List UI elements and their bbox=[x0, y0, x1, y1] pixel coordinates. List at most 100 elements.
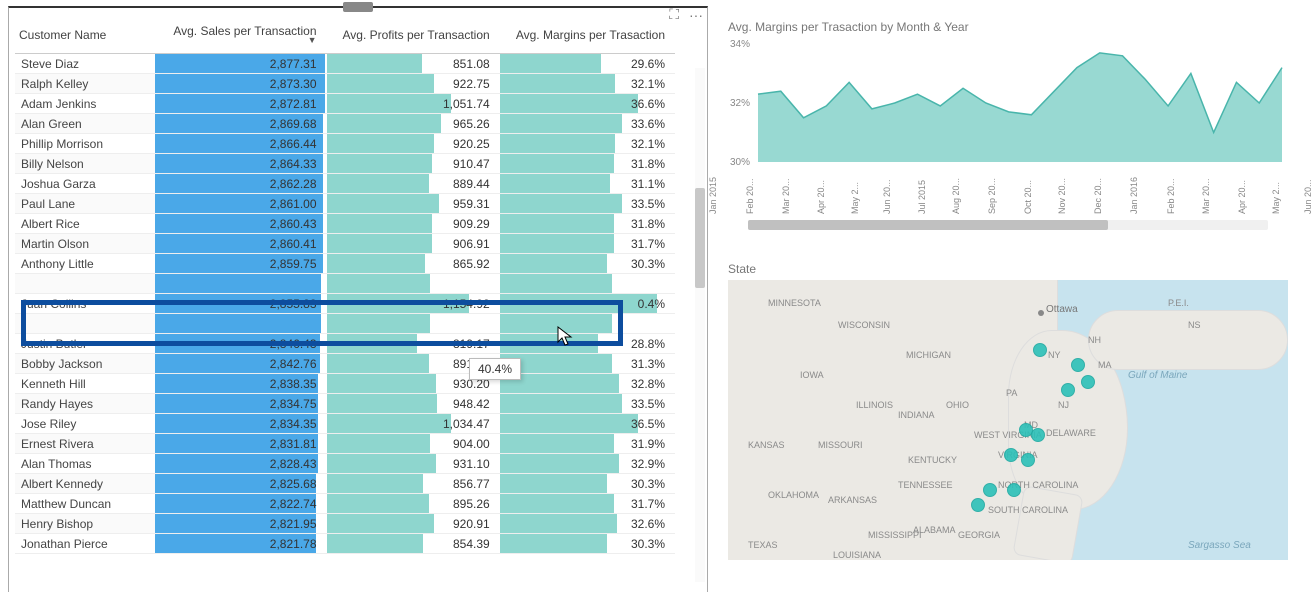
map-state-label: ARKANSAS bbox=[828, 495, 877, 505]
cell-name: Steve Diaz bbox=[15, 54, 155, 74]
cell-name: Ernest Rivera bbox=[15, 434, 155, 454]
table-row[interactable]: Billy Nelson2,864.33910.4731.8% bbox=[15, 154, 675, 174]
map-state-label: MICHIGAN bbox=[906, 350, 951, 360]
cell-margin: 32.1% bbox=[500, 134, 675, 154]
customer-table[interactable]: Customer Name Avg. Sales per Transaction… bbox=[15, 18, 675, 554]
table-row[interactable]: Randy Hayes2,834.75948.4233.5% bbox=[15, 394, 675, 414]
cell-name: Martin Olson bbox=[15, 234, 155, 254]
table-row[interactable]: Ralph Kelley2,873.30922.7532.1% bbox=[15, 74, 675, 94]
state-map-visual[interactable]: MINNESOTAWISCONSINMICHIGANIOWAILLINOISIN… bbox=[728, 280, 1288, 560]
table-row[interactable]: Jose Riley2,834.351,034.4736.5% bbox=[15, 414, 675, 434]
cell-name: Albert Kennedy bbox=[15, 474, 155, 494]
table-row[interactable]: Matthew Duncan2,822.74895.2631.7% bbox=[15, 494, 675, 514]
cell-sales: 2,872.81 bbox=[155, 94, 327, 114]
margins-area-chart[interactable]: 34%32%30% Jan 2015Feb 20...Mar 20...Apr … bbox=[728, 38, 1288, 238]
cell-profits: 920.25 bbox=[327, 134, 500, 154]
table-row[interactable]: Joshua Garza2,862.28889.4431.1% bbox=[15, 174, 675, 194]
cell-profits: 854.39 bbox=[327, 534, 500, 554]
customer-table-visual[interactable]: ⛶ ··· Customer Name Avg. Sales per Trans… bbox=[8, 6, 708, 592]
cell-sales: 2,822.74 bbox=[155, 494, 327, 514]
table-row[interactable]: Anthony Little2,859.75865.9230.3% bbox=[15, 254, 675, 274]
cell-margin: 30.3% bbox=[500, 254, 675, 274]
map-data-bubble[interactable] bbox=[971, 498, 985, 512]
table-row[interactable]: Albert Rice2,860.43909.2931.8% bbox=[15, 214, 675, 234]
table-row[interactable]: Bobby Jackson2,842.76891.1831.3% bbox=[15, 354, 675, 374]
cell-sales: 2,869.68 bbox=[155, 114, 327, 134]
cell-sales bbox=[155, 274, 327, 294]
table-row[interactable]: Kenneth Hill2,838.35930.2032.8% bbox=[15, 374, 675, 394]
map-state-label: NY bbox=[1048, 350, 1061, 360]
cell-name: Phillip Morrison bbox=[15, 134, 155, 154]
cell-sales: 2,873.30 bbox=[155, 74, 327, 94]
map-data-bubble[interactable] bbox=[1033, 343, 1047, 357]
map-state-label: NS bbox=[1188, 320, 1201, 330]
cell-name: Juan Collins bbox=[15, 294, 155, 314]
map-state-label: MA bbox=[1098, 360, 1112, 370]
cell-name: Kenneth Hill bbox=[15, 374, 155, 394]
cell-profits: 906.91 bbox=[327, 234, 500, 254]
cell-sales: 2,834.35 bbox=[155, 414, 327, 434]
cell-margin: 31.3% bbox=[500, 354, 675, 374]
map-data-bubble[interactable] bbox=[983, 483, 997, 497]
map-data-bubble[interactable] bbox=[1004, 448, 1018, 462]
table-row[interactable]: Henry Bishop2,821.95920.9132.6% bbox=[15, 514, 675, 534]
cell-margin: 31.8% bbox=[500, 154, 675, 174]
cell-profits: 959.31 bbox=[327, 194, 500, 214]
cell-margin: 36.5% bbox=[500, 414, 675, 434]
map-state-label: TENNESSEE bbox=[898, 480, 953, 490]
table-row[interactable]: Steve Diaz2,877.31851.0829.6% bbox=[15, 54, 675, 74]
scrollbar-thumb[interactable] bbox=[695, 188, 705, 288]
col-header-name[interactable]: Customer Name bbox=[15, 18, 155, 54]
table-row[interactable]: Alan Green2,869.68965.2633.6% bbox=[15, 114, 675, 134]
table-row[interactable]: Justin Butler2,846.43819.1728.8% bbox=[15, 334, 675, 354]
map-data-bubble[interactable] bbox=[1021, 453, 1035, 467]
map-state-label: WISCONSIN bbox=[838, 320, 890, 330]
map-data-bubble[interactable] bbox=[1071, 358, 1085, 372]
cell-profits bbox=[327, 274, 500, 294]
drag-handle-icon[interactable] bbox=[343, 2, 373, 12]
map-data-bubble[interactable] bbox=[1031, 428, 1045, 442]
table-row[interactable] bbox=[15, 274, 675, 294]
cell-margin: 0.4% bbox=[500, 294, 675, 314]
table-row[interactable]: Paul Lane2,861.00959.3133.5% bbox=[15, 194, 675, 214]
svg-text:32%: 32% bbox=[730, 98, 750, 109]
cell-name: Paul Lane bbox=[15, 194, 155, 214]
col-header-profits[interactable]: Avg. Profits per Transaction bbox=[327, 18, 500, 54]
cell-profits: 1,034.47 bbox=[327, 414, 500, 434]
col-header-margin[interactable]: Avg. Margins per Trasaction bbox=[500, 18, 675, 54]
table-row[interactable]: Jonathan Pierce2,821.78854.3930.3% bbox=[15, 534, 675, 554]
map-data-bubble[interactable] bbox=[1061, 383, 1075, 397]
map-state-label: GEORGIA bbox=[958, 530, 1000, 540]
map-state-label: LOUISIANA bbox=[833, 550, 881, 560]
map-data-bubble[interactable] bbox=[1007, 483, 1021, 497]
table-row[interactable]: Martin Olson2,860.41906.9131.7% bbox=[15, 234, 675, 254]
map-data-bubble[interactable] bbox=[1081, 375, 1095, 389]
cell-sales: 2,860.41 bbox=[155, 234, 327, 254]
table-row[interactable]: Alan Thomas2,828.43931.1032.9% bbox=[15, 454, 675, 474]
map-city-label: Ottawa bbox=[1046, 304, 1078, 315]
cell-name: Adam Jenkins bbox=[15, 94, 155, 114]
chart-x-tick: Jan 2016 bbox=[1129, 177, 1171, 214]
map-state-label: KENTUCKY bbox=[908, 455, 957, 465]
cell-margin: 28.8% bbox=[500, 334, 675, 354]
table-vertical-scrollbar[interactable] bbox=[695, 68, 705, 582]
chart-horizontal-scrollbar[interactable] bbox=[748, 220, 1268, 230]
table-row[interactable]: Phillip Morrison2,866.44920.2532.1% bbox=[15, 134, 675, 154]
cell-profits: 920.91 bbox=[327, 514, 500, 534]
map-state-label: TEXAS bbox=[748, 540, 778, 550]
table-row[interactable]: Juan Collins2,855.831,154.920.4% bbox=[15, 294, 675, 314]
col-header-sales[interactable]: Avg. Sales per Transaction▼ bbox=[155, 18, 327, 54]
table-row[interactable] bbox=[15, 314, 675, 334]
table-row[interactable]: Ernest Rivera2,831.81904.0031.9% bbox=[15, 434, 675, 454]
cell-margin: 33.5% bbox=[500, 194, 675, 214]
cell-sales: 2,860.43 bbox=[155, 214, 327, 234]
scrollbar-thumb[interactable] bbox=[748, 220, 1108, 230]
cell-profits bbox=[327, 314, 500, 334]
table-row[interactable]: Adam Jenkins2,872.811,051.7436.6% bbox=[15, 94, 675, 114]
cell-name: Bobby Jackson bbox=[15, 354, 155, 374]
table-row[interactable]: Albert Kennedy2,825.68856.7730.3% bbox=[15, 474, 675, 494]
cell-margin bbox=[500, 314, 675, 334]
cell-profits: 819.17 bbox=[327, 334, 500, 354]
cell-sales: 2,859.75 bbox=[155, 254, 327, 274]
cell-sales: 2,846.43 bbox=[155, 334, 327, 354]
